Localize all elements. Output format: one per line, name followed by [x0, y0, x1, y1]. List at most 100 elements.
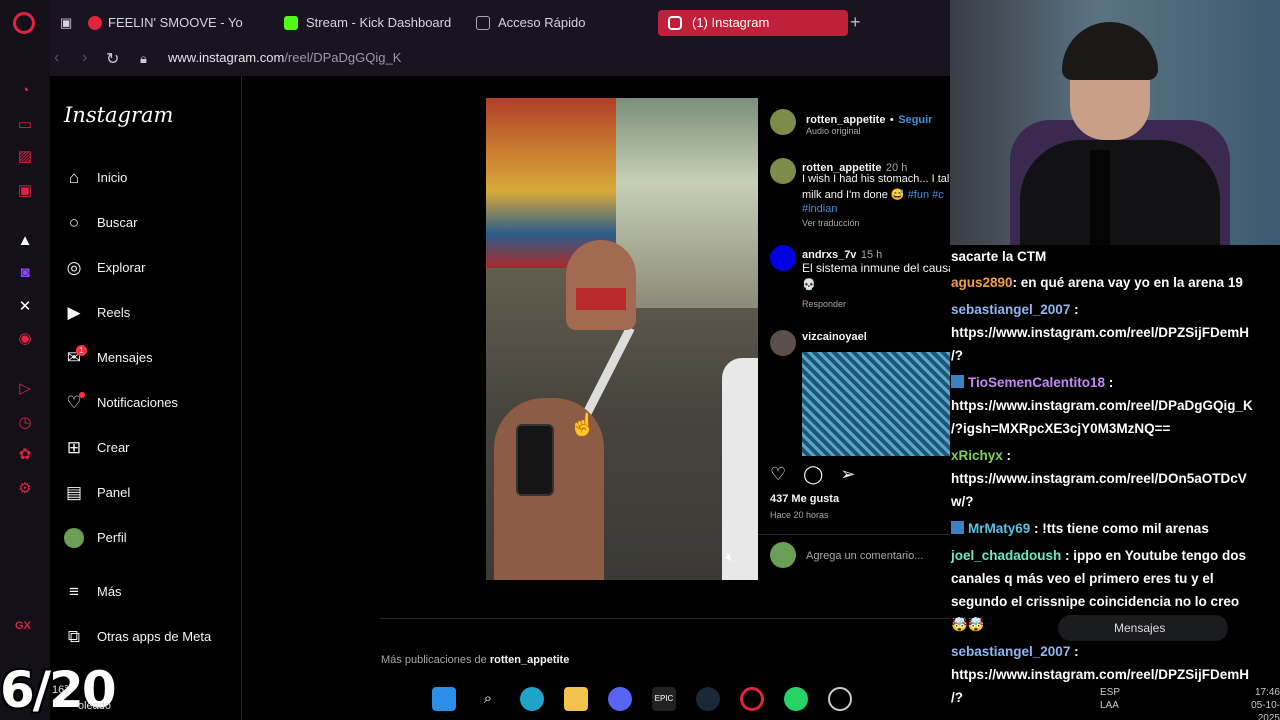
- nav-mas[interactable]: ≡ Más: [64, 578, 122, 606]
- comment-username[interactable]: andrxs_7v: [802, 249, 856, 261]
- chat-username[interactable]: TioSemenCalentito18: [968, 375, 1105, 390]
- nav-explorar[interactable]: ◎ Explorar: [64, 254, 146, 282]
- epic-games-icon[interactable]: EPIC: [652, 687, 676, 711]
- screen: ◔ ▭ ▨ ▣ ▲ ◙ ✕ ◉ ▷ ◷ ✿ ⚙ GX ▣ FEELIN' SMO…: [0, 0, 1280, 720]
- windows-start-icon[interactable]: [432, 687, 456, 711]
- likes-count[interactable]: 437 Me gusta: [770, 493, 839, 505]
- chat-username[interactable]: agus2890: [951, 275, 1013, 290]
- add-comment-input[interactable]: Agrega un comentario...: [806, 550, 923, 562]
- tab-kick[interactable]: Stream - Kick Dashboard: [282, 10, 462, 36]
- tab-youtube[interactable]: FEELIN' SMOOVE - Yo: [86, 10, 256, 36]
- audio-label[interactable]: Audio original: [806, 126, 861, 136]
- follow-button[interactable]: Seguir: [898, 114, 932, 126]
- instagram-logo[interactable]: Instagram: [64, 103, 173, 127]
- comment-text: El sistema inmune del causa: [802, 261, 950, 275]
- gx-corner-icon[interactable]: ▭: [15, 116, 35, 134]
- nav-mensajes[interactable]: ✉ 1 Mensajes: [64, 344, 153, 372]
- nav-label: Más: [97, 584, 122, 599]
- chat-badge-icon: [951, 521, 964, 534]
- nav-otras-apps[interactable]: ⧉ Otras apps de Meta: [64, 623, 211, 651]
- author-avatar[interactable]: [770, 109, 796, 135]
- tab-instagram[interactable]: (1) Instagram: [658, 10, 848, 36]
- file-explorer-icon[interactable]: [564, 687, 588, 711]
- settings-icon[interactable]: ⚙: [15, 480, 35, 498]
- nav-buscar[interactable]: ○ Buscar: [64, 209, 138, 237]
- extensions-icon[interactable]: ✿: [15, 446, 35, 464]
- chat-message-line: segundo el crissnipe coincidencia no lo …: [951, 590, 1239, 613]
- whatsapp-icon[interactable]: [784, 687, 808, 711]
- nav-label: Inicio: [97, 170, 128, 185]
- webcam-overlay: [950, 0, 1280, 245]
- chat-text: https://www.instagram.com/reel/DPaDgGQig…: [951, 398, 1253, 413]
- edge-icon[interactable]: [520, 687, 544, 711]
- history-icon[interactable]: ◷: [15, 414, 35, 432]
- tab-acceso-rapido[interactable]: Acceso Rápido: [474, 10, 624, 36]
- opera-gx-icon[interactable]: [740, 687, 764, 711]
- reload-icon[interactable]: ↻: [106, 49, 119, 69]
- mute-icon[interactable]: 🔇︎: [726, 550, 734, 565]
- nav-panel[interactable]: ▤ Panel: [64, 479, 130, 507]
- clock[interactable]: 17:46 05-10-2025: [1230, 686, 1280, 720]
- url-path: /reel/DPaDgGQig_K: [284, 50, 402, 65]
- nav-perfil[interactable]: Perfil: [64, 524, 127, 552]
- nav-inicio[interactable]: ⌂ Inicio: [64, 164, 128, 192]
- chat-username[interactable]: joel_chadadoush: [951, 548, 1061, 563]
- messages-pill[interactable]: Mensajes: [1058, 615, 1228, 641]
- chat-text: : en qué arena vay yo en la arena 19: [1012, 275, 1243, 290]
- caption-avatar[interactable]: [770, 158, 796, 184]
- gx-mail-icon[interactable]: ▣: [15, 182, 35, 200]
- discord-icon[interactable]: [608, 687, 632, 711]
- comment-username[interactable]: vizcainoyael: [802, 331, 867, 343]
- new-tab-icon[interactable]: +: [850, 12, 861, 33]
- forward-icon[interactable]: ›: [82, 49, 87, 67]
- opera-logo-icon[interactable]: [13, 12, 35, 34]
- tab-grid-icon[interactable]: ▣: [60, 10, 80, 36]
- commenter-avatar[interactable]: [770, 330, 796, 356]
- chat-username[interactable]: MrMaty69: [968, 521, 1030, 536]
- caption-hashtag[interactable]: #indian: [802, 203, 837, 215]
- chat-message-line: sacarte la CTM: [951, 245, 1046, 268]
- nav-label: Buscar: [97, 215, 138, 230]
- author-name[interactable]: rotten_appetite: [806, 114, 885, 126]
- search-icon[interactable]: ⌕: [476, 687, 500, 711]
- comment-image[interactable]: [802, 352, 950, 456]
- more-posts-label: Más publicaciones de: [381, 654, 487, 666]
- gx-cleaner-icon[interactable]: ▨: [15, 148, 35, 166]
- chat-username[interactable]: sebastiangel_2007: [951, 302, 1070, 317]
- translate-link[interactable]: Ver traducción: [802, 218, 860, 228]
- divider: [758, 534, 950, 535]
- caption-hashtags[interactable]: #fun #c: [908, 189, 944, 201]
- reply-link[interactable]: Responder: [802, 299, 846, 309]
- webcam-hair: [1062, 22, 1158, 80]
- twitch-icon[interactable]: ◙: [15, 264, 35, 282]
- x-icon[interactable]: ✕: [15, 298, 35, 316]
- player-icon[interactable]: ▷: [15, 380, 35, 398]
- back-icon[interactable]: ‹: [54, 49, 59, 67]
- chat-text: :: [1002, 448, 1012, 463]
- share-icon[interactable]: ➢: [840, 464, 855, 484]
- chat-username[interactable]: sebastiangel_2007: [951, 644, 1070, 659]
- steam-icon[interactable]: [696, 687, 720, 711]
- nav-reels[interactable]: ▶ Reels: [64, 299, 130, 327]
- chat-text: sacarte la CTM: [951, 249, 1047, 264]
- language-indicator[interactable]: ESP LAA: [1100, 686, 1120, 712]
- url-field[interactable]: www.instagram.com/reel/DPaDgGQig_K: [168, 50, 401, 65]
- commenter-avatar[interactable]: [770, 245, 796, 271]
- nav-crear[interactable]: ⊞ Crear: [64, 434, 130, 462]
- lang-line-1: ESP: [1100, 687, 1121, 698]
- gx-control-icon[interactable]: ◔: [15, 82, 35, 100]
- chat-message-line: /?igsh=MXRpcXE3cjY0M3MzNQ==: [951, 417, 1170, 440]
- chat-message-line: https://www.instagram.com/reel/DPaDgGQig…: [951, 394, 1253, 417]
- comment-icon[interactable]: ◯: [803, 464, 823, 484]
- chat-text: /?igsh=MXRpcXE3cjY0M3MzNQ==: [951, 421, 1171, 436]
- gx-app-icon[interactable]: ◉: [15, 330, 35, 348]
- my-avatar: [770, 542, 796, 568]
- more-posts-user[interactable]: rotten_appetite: [490, 654, 569, 666]
- reel-video[interactable]: 🔇︎: [486, 98, 758, 580]
- chat-username[interactable]: xRichyx: [951, 448, 1003, 463]
- kick-icon[interactable]: ▲: [15, 232, 35, 250]
- obs-icon[interactable]: [828, 687, 852, 711]
- nav-notificaciones[interactable]: ♡ Notificaciones: [64, 389, 178, 417]
- like-icon[interactable]: ♡: [770, 464, 786, 484]
- chat-message-line: canales q más veo el primero eres tu y e…: [951, 567, 1214, 590]
